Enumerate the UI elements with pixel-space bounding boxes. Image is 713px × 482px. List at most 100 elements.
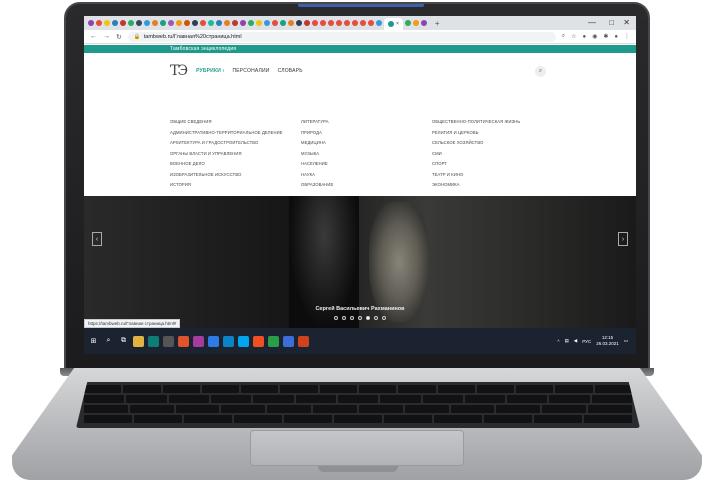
tab-favicon[interactable] xyxy=(376,20,382,26)
tab-favicon[interactable] xyxy=(312,20,318,26)
rubric-item[interactable]: СМИ xyxy=(432,149,582,160)
windows-start-icon[interactable]: ⊞ xyxy=(88,336,99,347)
rubric-item[interactable]: АДМИНИСТРАТИВНО-ТЕРРИТОРИАЛЬНОЕ ДЕЛЕНИЕ xyxy=(170,128,301,139)
tab-favicon[interactable] xyxy=(192,20,198,26)
volume-icon[interactable]: ◀ xyxy=(574,338,577,344)
chrome-icon[interactable] xyxy=(178,335,189,347)
rubric-item[interactable]: ЭКОНОМИКА xyxy=(432,180,582,191)
slider-dot[interactable] xyxy=(350,316,354,320)
powerpoint-icon[interactable] xyxy=(298,335,309,347)
tab-favicon[interactable] xyxy=(288,20,294,26)
calculator-icon[interactable] xyxy=(163,335,174,347)
rubric-item[interactable]: ВОЕННОЕ ДЕЛО xyxy=(170,159,301,170)
rubric-item[interactable]: МУЗЫКА xyxy=(301,149,432,160)
tab-favicon[interactable] xyxy=(336,20,342,26)
skype-icon[interactable] xyxy=(238,335,249,347)
rubric-item[interactable]: АРХИТЕКТУРА И ГРАДОСТРОИТЕЛЬСТВО xyxy=(170,138,301,149)
clock[interactable]: 12:15 26.03.2021 xyxy=(596,335,619,347)
rubric-item[interactable]: ТЕАТР И КИНО xyxy=(432,170,582,181)
rubric-item[interactable]: СЕЛЬСКОЕ ХОЗЯЙСТВО xyxy=(432,138,582,149)
tab-favicon[interactable] xyxy=(240,20,246,26)
slider-dot[interactable] xyxy=(342,316,346,320)
edge-icon[interactable] xyxy=(223,335,234,347)
app-icon[interactable] xyxy=(268,335,279,347)
nav-persons[interactable]: ПЕРСОНАЛИИ xyxy=(232,68,269,74)
rubric-item[interactable]: ОБЩИЕ СВЕДЕНИЯ xyxy=(170,117,301,128)
tab-favicon[interactable] xyxy=(304,20,310,26)
tab-favicon[interactable] xyxy=(344,20,350,26)
tab-favicon[interactable] xyxy=(248,20,254,26)
slider-dot[interactable] xyxy=(366,316,370,320)
tab-favicon[interactable] xyxy=(152,20,158,26)
star-icon[interactable]: ☆ xyxy=(571,33,576,40)
tab-favicon[interactable] xyxy=(160,20,166,26)
tab-favicon[interactable] xyxy=(176,20,182,26)
reload-icon[interactable]: ↻ xyxy=(116,33,122,41)
tab-active[interactable]: × xyxy=(384,18,403,30)
slider-prev-button[interactable]: ‹ xyxy=(92,232,102,246)
menu-kebab-icon[interactable]: ⋮ xyxy=(624,33,630,40)
rubric-item[interactable]: НАУКА xyxy=(301,170,432,181)
slider-dot[interactable] xyxy=(358,316,362,320)
app-icon[interactable] xyxy=(148,335,159,347)
slider-next-button[interactable]: › xyxy=(618,232,628,246)
extension-icon[interactable]: ◉ xyxy=(592,33,597,40)
trackpad[interactable] xyxy=(250,430,464,466)
tab-favicon[interactable] xyxy=(120,20,126,26)
tab-favicon[interactable] xyxy=(232,20,238,26)
window-close-button[interactable]: ✕ xyxy=(623,18,630,28)
zoom-icon[interactable]: ⌕ xyxy=(562,33,565,40)
rubric-item[interactable]: НАСЕЛЕНИЕ xyxy=(301,159,432,170)
tab-favicon[interactable] xyxy=(264,20,270,26)
language-indicator[interactable]: РУС xyxy=(582,339,591,344)
rubric-item[interactable]: ИЗОБРАЗИТЕЛЬНОЕ ИСКУССТВО xyxy=(170,170,301,181)
tab-favicon[interactable] xyxy=(200,20,206,26)
extension-icon[interactable]: ● xyxy=(582,34,586,40)
tab-favicon[interactable] xyxy=(272,20,278,26)
tab-favicon[interactable] xyxy=(96,20,102,26)
app-icon[interactable] xyxy=(253,335,264,347)
app-icon[interactable] xyxy=(193,335,204,347)
tab-favicon[interactable] xyxy=(224,20,230,26)
app-icon[interactable] xyxy=(208,335,219,347)
notifications-icon[interactable]: ▭ xyxy=(624,338,628,344)
rubric-item[interactable]: МЕДИЦИНА xyxy=(301,138,432,149)
task-view-icon[interactable]: ⧉ xyxy=(118,336,129,347)
tab-favicon[interactable] xyxy=(144,20,150,26)
search-icon[interactable]: ⌕ xyxy=(535,66,546,77)
rubric-item[interactable]: ЛИТЕРАТУРА xyxy=(301,117,432,128)
tab-favicon[interactable] xyxy=(112,20,118,26)
new-tab-button[interactable]: + xyxy=(435,19,440,28)
forward-arrow-icon[interactable]: → xyxy=(103,33,110,40)
rubric-item[interactable]: РЕЛИГИЯ И ЦЕРКОВЬ xyxy=(432,128,582,139)
tab-favicon[interactable] xyxy=(128,20,134,26)
nav-dictionary[interactable]: СЛОВАРЬ xyxy=(278,68,303,74)
address-bar[interactable]: 🔒 tambweb.ru/Главная%20страница.html xyxy=(127,31,556,42)
tab-favicon[interactable] xyxy=(216,20,222,26)
extensions-puzzle-icon[interactable]: ✱ xyxy=(603,33,608,40)
rubric-item[interactable]: ОРГАНЫ ВЛАСТИ И УПРАВЛЕНИЯ xyxy=(170,149,301,160)
tray-chevron-icon[interactable]: ^ xyxy=(557,339,559,344)
tab-favicon[interactable] xyxy=(328,20,334,26)
tab-favicon[interactable] xyxy=(256,20,262,26)
window-minimize-button[interactable]: — xyxy=(588,18,596,28)
tab-favicon[interactable] xyxy=(280,20,286,26)
rubric-item[interactable]: ОБЩЕСТВЕННО-ПОЛИТИЧЕСКАЯ ЖИЗНЬ xyxy=(432,117,582,128)
rubric-item[interactable]: ИСТОРИЯ xyxy=(170,180,301,191)
tab-favicon[interactable] xyxy=(404,20,411,26)
slider-dot[interactable] xyxy=(382,316,386,320)
window-maximize-button[interactable]: □ xyxy=(609,18,614,28)
tab-favicon[interactable] xyxy=(368,20,374,26)
app-icon[interactable] xyxy=(283,335,294,347)
tab-close-icon[interactable]: × xyxy=(396,21,399,27)
nav-rubrics[interactable]: РУБРИКИ › xyxy=(196,68,224,74)
tab-favicon[interactable] xyxy=(136,20,142,26)
tab-favicon[interactable] xyxy=(296,20,302,26)
site-logo[interactable]: ТЭ xyxy=(170,63,188,79)
rubric-item[interactable]: СПОРТ xyxy=(432,159,582,170)
tab-favicon[interactable] xyxy=(208,20,214,26)
tab-favicon[interactable] xyxy=(184,20,190,26)
profile-avatar[interactable]: ● xyxy=(614,34,618,40)
tab-favicon[interactable] xyxy=(104,20,110,26)
tab-favicon[interactable] xyxy=(360,20,366,26)
